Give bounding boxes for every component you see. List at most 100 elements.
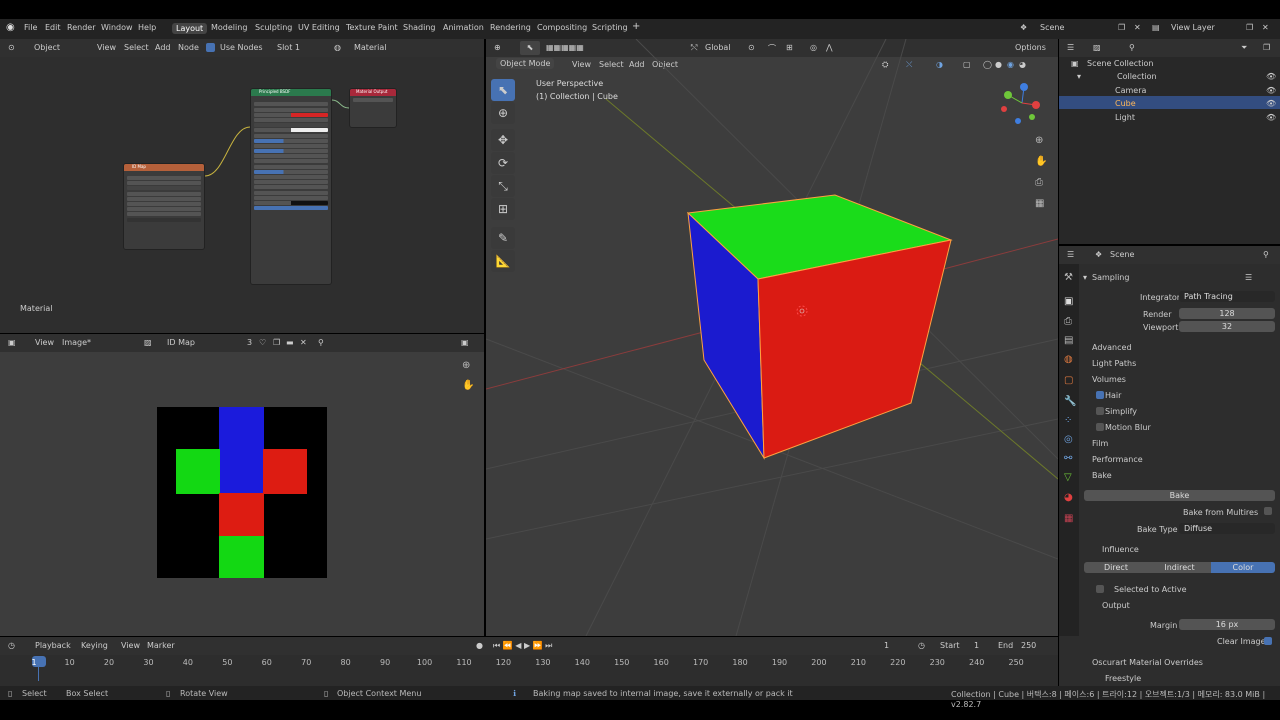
integrator-dropdown[interactable]: Path Tracing bbox=[1179, 291, 1275, 302]
view-layer-tab-icon[interactable]: ▤ bbox=[1064, 336, 1073, 346]
oscurart-panel[interactable]: Oscurart Material Overrides bbox=[1092, 658, 1203, 667]
particles-tab-icon[interactable]: ⁘ bbox=[1064, 416, 1072, 426]
outliner-search-icon[interactable]: ⚲ bbox=[1129, 43, 1135, 52]
tool-select[interactable]: ⬉ bbox=[491, 79, 515, 101]
light-visibility-icon[interactable]: 👁 bbox=[1266, 113, 1276, 122]
add-workspace-icon[interactable]: + bbox=[632, 21, 640, 32]
image-menu-view[interactable]: View bbox=[35, 338, 54, 347]
outliner-camera[interactable]: Camera bbox=[1115, 86, 1146, 95]
selected-to-active-checkbox[interactable] bbox=[1096, 585, 1104, 593]
hair-panel[interactable]: Hair bbox=[1105, 391, 1121, 400]
pin-icon[interactable]: ⚲ bbox=[318, 338, 324, 347]
simplify-panel[interactable]: Simplify bbox=[1105, 407, 1137, 416]
image-menu-image[interactable]: Image* bbox=[62, 338, 91, 347]
scene-name[interactable]: Scene bbox=[1040, 23, 1064, 32]
timeline-menu-marker[interactable]: Marker bbox=[147, 641, 175, 650]
performance-panel[interactable]: Performance bbox=[1092, 455, 1143, 464]
fake-user-icon[interactable]: ♡ bbox=[259, 338, 266, 347]
collection-visibility-icon[interactable]: 👁 bbox=[1266, 72, 1276, 81]
influence-color-button[interactable]: Color bbox=[1211, 562, 1275, 573]
new-collection-icon[interactable]: ❐ bbox=[1263, 43, 1270, 52]
bake-panel[interactable]: Bake bbox=[1092, 471, 1112, 480]
advanced-subpanel[interactable]: Advanced bbox=[1092, 343, 1132, 352]
navigation-gizmo[interactable] bbox=[996, 81, 1046, 131]
editor-type-icon[interactable]: ▣ bbox=[461, 338, 469, 347]
new-scene-icon[interactable]: ❐ bbox=[1118, 23, 1125, 32]
sampling-presets-icon[interactable]: ☰ bbox=[1245, 273, 1252, 282]
outliner-collection[interactable]: Collection bbox=[1117, 72, 1157, 81]
end-frame-field[interactable]: 250 bbox=[1021, 641, 1036, 650]
bake-type-dropdown[interactable]: Diffuse bbox=[1179, 523, 1275, 534]
bake-button[interactable]: Bake bbox=[1084, 490, 1275, 501]
blender-logo-icon[interactable]: ◉ bbox=[6, 22, 15, 33]
film-panel[interactable]: Film bbox=[1092, 439, 1108, 448]
volumes-panel[interactable]: Volumes bbox=[1092, 375, 1126, 384]
influence-direct-button[interactable]: Direct bbox=[1084, 562, 1148, 573]
tool-cursor[interactable]: ⊕ bbox=[491, 102, 515, 124]
viewport-zoom-icon[interactable]: ⊕ bbox=[1035, 136, 1043, 146]
tab-shading[interactable]: Shading bbox=[403, 23, 436, 32]
display-mode-icon[interactable]: ▨ bbox=[1093, 43, 1101, 52]
outliner[interactable]: ☰ ▨ ⚲ ⏷ ❐ ▣ Scene Collection ▾ Collectio… bbox=[1059, 39, 1280, 244]
tab-sculpting[interactable]: Sculpting bbox=[255, 23, 292, 32]
outliner-cube[interactable]: Cube bbox=[1115, 99, 1136, 108]
viewport-pan-icon[interactable]: ✋ bbox=[1035, 157, 1047, 167]
menu-file[interactable]: File bbox=[24, 23, 37, 32]
render-tab-icon[interactable]: ▣ bbox=[1064, 297, 1073, 307]
output-subpanel[interactable]: Output bbox=[1102, 601, 1130, 610]
tool-measure[interactable]: 📐 bbox=[491, 250, 515, 272]
menu-edit[interactable]: Edit bbox=[45, 23, 61, 32]
tool-move[interactable]: ✥ bbox=[491, 129, 515, 151]
texture-tab-icon[interactable]: ▦ bbox=[1064, 514, 1073, 524]
node-editor[interactable]: ⊙ Object View Select Add Node Use Nodes … bbox=[0, 39, 484, 333]
properties-type-icon[interactable]: ☰ bbox=[1067, 250, 1074, 259]
tab-compositing[interactable]: Compositing bbox=[537, 23, 587, 32]
timeline-type-icon[interactable]: ◷ bbox=[8, 641, 15, 650]
tab-texture-paint[interactable]: Texture Paint bbox=[346, 23, 398, 32]
hair-checkbox[interactable] bbox=[1096, 391, 1104, 399]
motion-blur-panel[interactable]: Motion Blur bbox=[1105, 423, 1151, 432]
preview-range-icon[interactable]: ◷ bbox=[918, 641, 925, 650]
3d-viewport[interactable]: ⊕ ⬉ ▦▦▦▦▦ ⤲ Global ⊙ ⌒ ⊞ ◎ ⋀ Options Obj… bbox=[486, 39, 1058, 636]
pan-hand-icon[interactable]: ✋ bbox=[462, 381, 474, 391]
influence-subpanel[interactable]: Influence bbox=[1102, 545, 1139, 554]
open-image-icon[interactable]: ▬ bbox=[286, 338, 294, 347]
image-editor-type-icon[interactable]: ▣ bbox=[8, 338, 16, 347]
current-frame-field[interactable]: 1 bbox=[884, 641, 889, 650]
timeline-menu-view[interactable]: View bbox=[121, 641, 140, 650]
outliner-type-icon[interactable]: ☰ bbox=[1067, 43, 1074, 52]
data-tab-icon[interactable]: ▽ bbox=[1064, 473, 1072, 483]
new-image-icon[interactable]: ❐ bbox=[273, 338, 280, 347]
cube-visibility-icon[interactable]: 👁 bbox=[1266, 99, 1276, 108]
tab-uv-editing[interactable]: UV Editing bbox=[298, 23, 340, 32]
outliner-light[interactable]: Light bbox=[1115, 113, 1135, 122]
selected-to-active-panel[interactable]: Selected to Active bbox=[1114, 585, 1187, 594]
filter-icon[interactable]: ⏷ bbox=[1241, 43, 1247, 53]
tab-layout[interactable]: Layout bbox=[172, 23, 208, 34]
physics-tab-icon[interactable]: ◎ bbox=[1064, 435, 1073, 445]
tool-tab-icon[interactable]: ⚒ bbox=[1064, 273, 1073, 283]
tab-modeling[interactable]: Modeling bbox=[211, 23, 247, 32]
tab-animation[interactable]: Animation bbox=[443, 23, 484, 32]
view-layer-name[interactable]: View Layer bbox=[1171, 23, 1215, 32]
simplify-checkbox[interactable] bbox=[1096, 407, 1104, 415]
light-paths-panel[interactable]: Light Paths bbox=[1092, 359, 1136, 368]
viewport-samples-field[interactable]: 32 bbox=[1179, 321, 1275, 332]
material-tab-icon[interactable]: ◕ bbox=[1064, 493, 1073, 503]
new-view-layer-icon[interactable]: ❐ bbox=[1246, 23, 1253, 32]
scene-tab-icon[interactable]: ◍ bbox=[1064, 355, 1073, 365]
camera-view-icon[interactable]: ⎙ bbox=[1035, 178, 1043, 188]
tool-transform[interactable]: ⊞ bbox=[491, 198, 515, 220]
tool-scale[interactable]: ⤡ bbox=[491, 175, 515, 197]
tool-rotate[interactable]: ⟳ bbox=[491, 152, 515, 174]
modifier-tab-icon[interactable]: 🔧 bbox=[1064, 397, 1076, 407]
delete-view-layer-icon[interactable]: ✕ bbox=[1262, 23, 1269, 32]
influence-indirect-button[interactable]: Indirect bbox=[1148, 562, 1211, 573]
clear-image-checkbox[interactable] bbox=[1264, 637, 1272, 645]
record-icon[interactable]: ● bbox=[476, 641, 483, 650]
playback-dropdown[interactable]: Playback bbox=[35, 641, 71, 650]
tab-rendering[interactable]: Rendering bbox=[490, 23, 531, 32]
properties-editor[interactable]: ☰ ❖ Scene ⚲ ⚒ ▣ ⎙ ▤ ◍ ▢ 🔧 ⁘ ◎ ⚯ ▽ ◕ ▦ ▾ … bbox=[1059, 246, 1280, 636]
tab-scripting[interactable]: Scripting bbox=[592, 23, 628, 32]
start-frame-field[interactable]: 1 bbox=[974, 641, 979, 650]
